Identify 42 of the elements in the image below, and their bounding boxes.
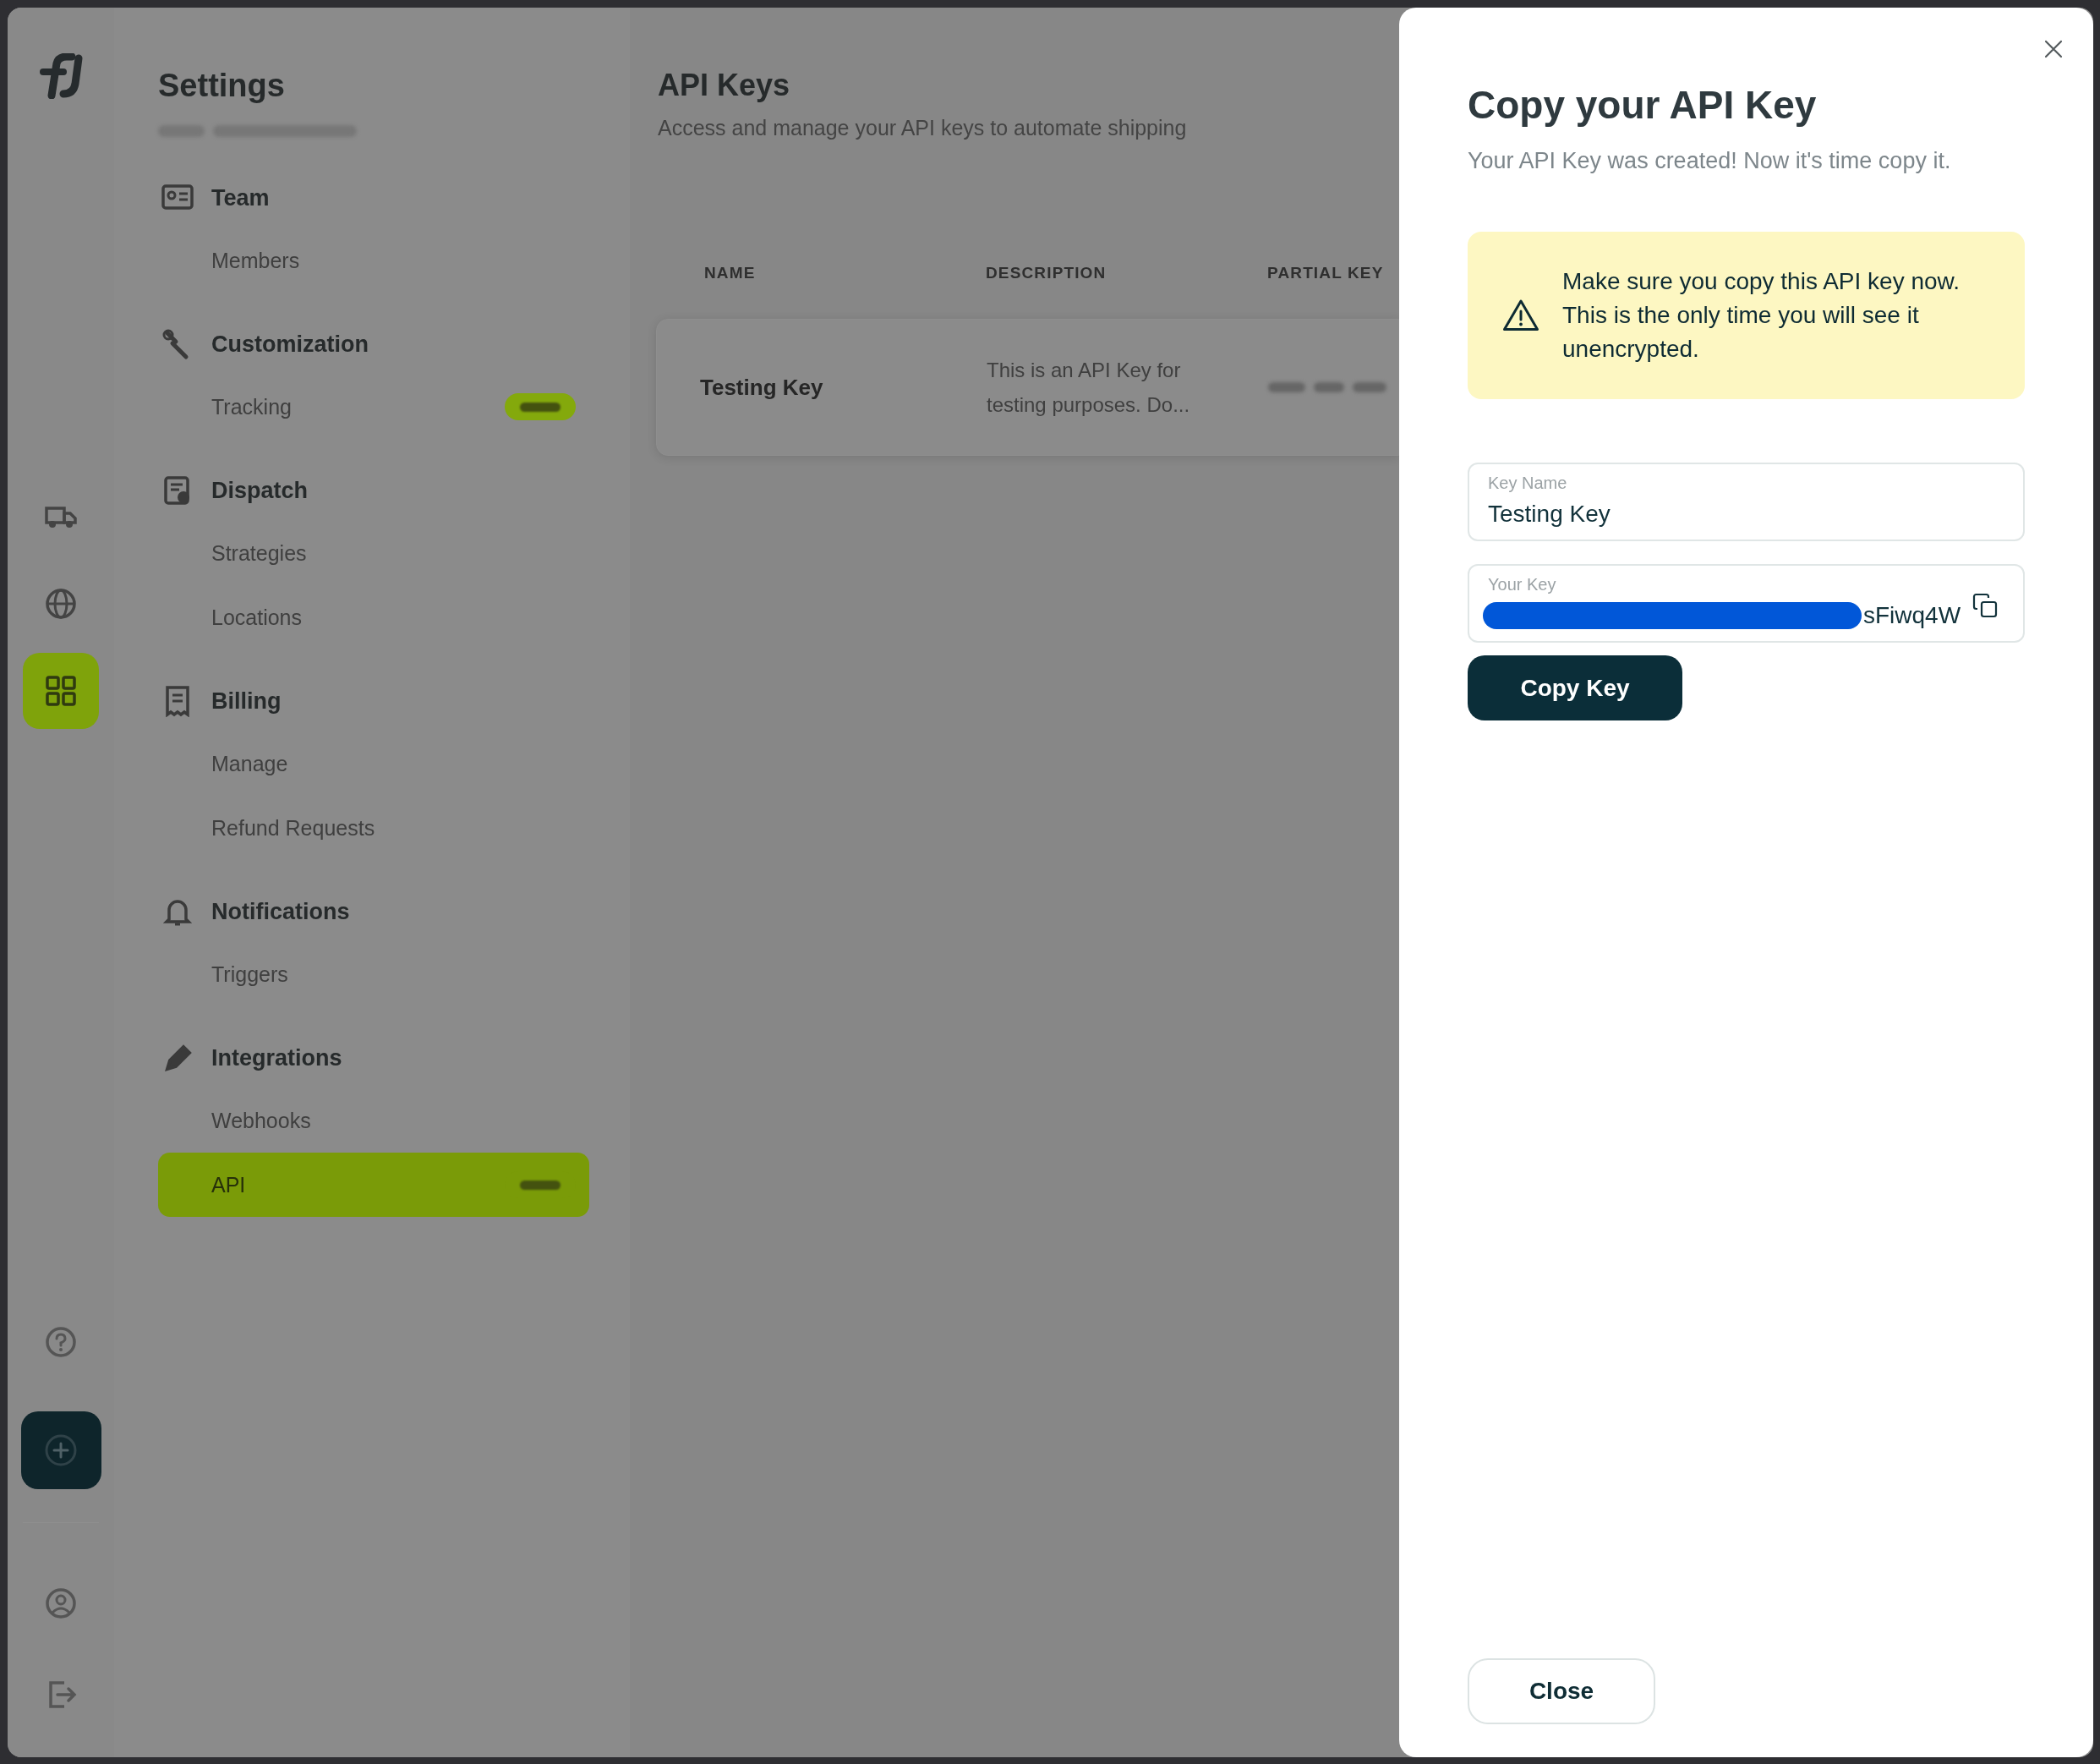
input-field[interactable]: Key Name Testing Key [1468, 463, 2025, 541]
sidebar-item[interactable]: Refund Requests [211, 815, 375, 841]
sidebar-item[interactable]: Triggers [211, 961, 288, 987]
field-label: Key Name [1488, 473, 1567, 493]
sidebar-item[interactable]: Locations [211, 605, 303, 630]
plus-icon [44, 1433, 78, 1467]
warning-text: Make sure you copy this API key now. This is the only time you will see it unencrypted. [1562, 267, 1961, 364]
modal-subtitle: Your API Key was created! Now it's time copy it. [1468, 147, 1951, 175]
copy-key-button[interactable]: Copy Key [1468, 655, 1682, 720]
field-label: Your Key [1488, 574, 1556, 594]
section-label: Customization [211, 331, 369, 359]
warning-icon [1502, 299, 1539, 332]
globe-icon[interactable] [44, 586, 78, 621]
page-title: API Keys [658, 67, 790, 104]
page-subtitle: Access and manage your API keys to automate shipping [658, 115, 1187, 140]
nav-button[interactable] [23, 652, 99, 729]
close-button[interactable]: Close [1468, 1658, 1655, 1724]
copy-icon[interactable] [1972, 593, 1998, 618]
sidebar-item[interactable]: Manage [211, 751, 288, 776]
table-cell-text: This is an API Key for testing purposes. Do... [987, 358, 1191, 418]
sidebar-item[interactable]: Strategies [211, 540, 307, 566]
section-label: Integrations [211, 1044, 342, 1072]
grid-icon [44, 673, 78, 708]
column-header: PARTIAL KEY [1267, 263, 1384, 282]
section-label: Billing [211, 688, 282, 715]
sidebar-item[interactable]: Webhooks [211, 1108, 311, 1133]
modal-title: Copy your API Key [1468, 82, 1817, 129]
sidebar-item[interactable]: Members [211, 248, 300, 273]
column-header: DESCRIPTION [986, 263, 1107, 282]
input-field[interactable]: Your Key sFiwq4W [1468, 564, 2025, 643]
section-label: Team [211, 184, 270, 212]
close-icon[interactable] [2044, 40, 2063, 58]
create-button[interactable] [20, 1411, 101, 1489]
field-value: Testing Key [1488, 500, 1611, 529]
sidebar-item[interactable]: API [158, 1153, 589, 1217]
sidebar-item[interactable]: Tracking [211, 394, 292, 419]
column-header: NAME [704, 263, 756, 282]
section-label: Notifications [211, 898, 350, 926]
sidebar-title: Settings [158, 67, 285, 104]
section-label: Dispatch [211, 477, 309, 505]
field-value: sFiwq4W [1863, 601, 1961, 630]
table-cell: Testing Key [700, 375, 823, 400]
